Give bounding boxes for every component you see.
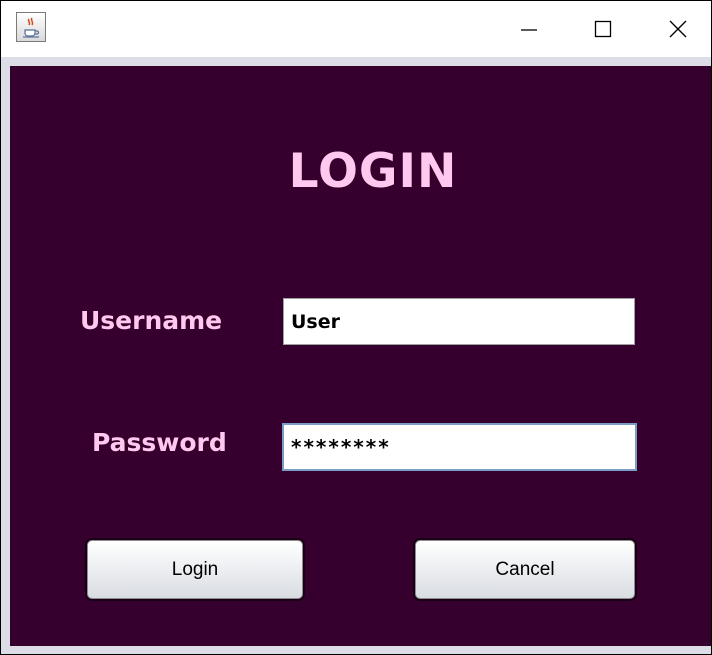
close-button[interactable] xyxy=(647,1,709,57)
close-icon xyxy=(669,20,687,38)
window-frame-left xyxy=(1,57,10,654)
maximize-button[interactable] xyxy=(572,1,634,57)
minimize-button[interactable] xyxy=(498,1,560,57)
maximize-icon xyxy=(594,20,612,38)
username-label: Username xyxy=(80,306,223,335)
password-field[interactable] xyxy=(282,423,637,471)
login-button[interactable]: Login xyxy=(87,540,303,599)
window-frame-bottom xyxy=(1,646,711,654)
cancel-button[interactable]: Cancel xyxy=(415,540,635,599)
page-title: LOGIN xyxy=(288,144,458,199)
password-label: Password xyxy=(92,428,227,457)
username-field[interactable] xyxy=(283,298,635,345)
minimize-icon xyxy=(521,29,537,31)
login-panel: LOGIN Username Password Login Cancel xyxy=(10,66,711,650)
login-window: LOGIN Username Password Login Cancel xyxy=(0,0,712,655)
java-coffee-cup-icon[interactable] xyxy=(16,12,46,42)
window-frame-top xyxy=(1,57,711,66)
title-bar[interactable] xyxy=(1,1,711,57)
